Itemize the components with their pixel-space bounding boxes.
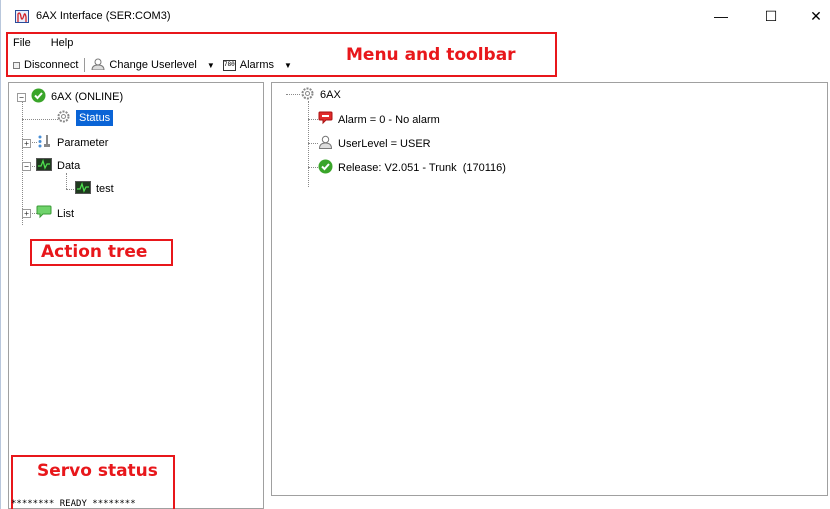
collapse-icon[interactable]: − [17, 92, 26, 102]
speech-bubble-icon [36, 205, 52, 222]
tree-connector [66, 189, 74, 190]
tree-node-status[interactable]: Status [56, 109, 114, 127]
tree-connector [308, 167, 318, 168]
check-icon [318, 159, 333, 177]
tree-connector [22, 119, 60, 120]
detail-root-label: 6AX [320, 89, 341, 101]
window-title: 6AX Interface (SER:COM3) [36, 10, 171, 22]
servo-status-text: ******** READY ******** [11, 499, 136, 509]
tree-node-root-label: 6AX (ONLINE) [51, 91, 124, 103]
expand-icon[interactable]: + [22, 209, 31, 218]
detail-userlevel-label: UserLevel = USER [338, 137, 431, 150]
gear-icon [300, 86, 315, 104]
user-icon [318, 135, 333, 152]
chart-icon [75, 181, 91, 197]
detail-alarm-label: Alarm = 0 - No alarm [338, 113, 440, 126]
detail-pane[interactable]: 6AX Alarm = 0 - No alarm UserLevel = USE… [271, 82, 828, 496]
detail-userlevel[interactable]: UserLevel = USER [318, 135, 431, 152]
tree-node-parameter[interactable]: + Parameter [22, 134, 108, 152]
tree-connector [308, 143, 318, 144]
tree-connector [308, 101, 309, 187]
title-bar: 6AX Interface (SER:COM3) — ☐ ✕ [1, 0, 830, 30]
menu-toolbar-annotation: Menu and toolbar [346, 45, 516, 65]
detail-release-label: Release: V2.051 - Trunk (170116) [338, 162, 506, 174]
tree-connector [66, 173, 67, 189]
tree-node-status-label: Status [76, 110, 114, 126]
detail-release[interactable]: Release: V2.051 - Trunk (170116) [318, 159, 506, 177]
detail-root[interactable]: 6AX [300, 86, 341, 104]
tree-connector [286, 94, 300, 95]
parameter-icon [36, 134, 52, 152]
tree-node-list[interactable]: + List [22, 205, 74, 222]
tree-node-test[interactable]: test [75, 181, 114, 197]
tree-node-data-label: Data [57, 160, 81, 172]
tree-node-root[interactable]: − 6AX (ONLINE) [17, 88, 123, 106]
online-check-icon [31, 88, 46, 106]
chart-icon [36, 158, 52, 174]
action-tree-annotation: Action tree [41, 242, 148, 262]
minimize-button[interactable]: — [701, 4, 741, 28]
app-window: 6AX Interface (SER:COM3) — ☐ ✕ File Help… [0, 0, 830, 509]
collapse-icon[interactable]: − [22, 161, 31, 171]
action-tree-pane[interactable]: − 6AX (ONLINE) Status + Parameter − Data… [8, 82, 264, 509]
alarm-icon [318, 111, 333, 128]
tree-node-list-label: List [57, 207, 75, 220]
maximize-button[interactable]: ☐ [751, 4, 791, 28]
gear-icon [56, 109, 71, 127]
tree-node-test-label: test [96, 183, 114, 195]
detail-alarm[interactable]: Alarm = 0 - No alarm [318, 111, 440, 128]
app-logo-icon [15, 10, 29, 23]
tree-connector [308, 119, 318, 120]
tree-node-parameter-label: Parameter [57, 137, 109, 149]
close-button[interactable]: ✕ [796, 4, 830, 28]
tree-node-data[interactable]: − Data [22, 158, 80, 174]
expand-icon[interactable]: + [22, 138, 31, 148]
servo-status-annotation: Servo status [37, 461, 158, 481]
